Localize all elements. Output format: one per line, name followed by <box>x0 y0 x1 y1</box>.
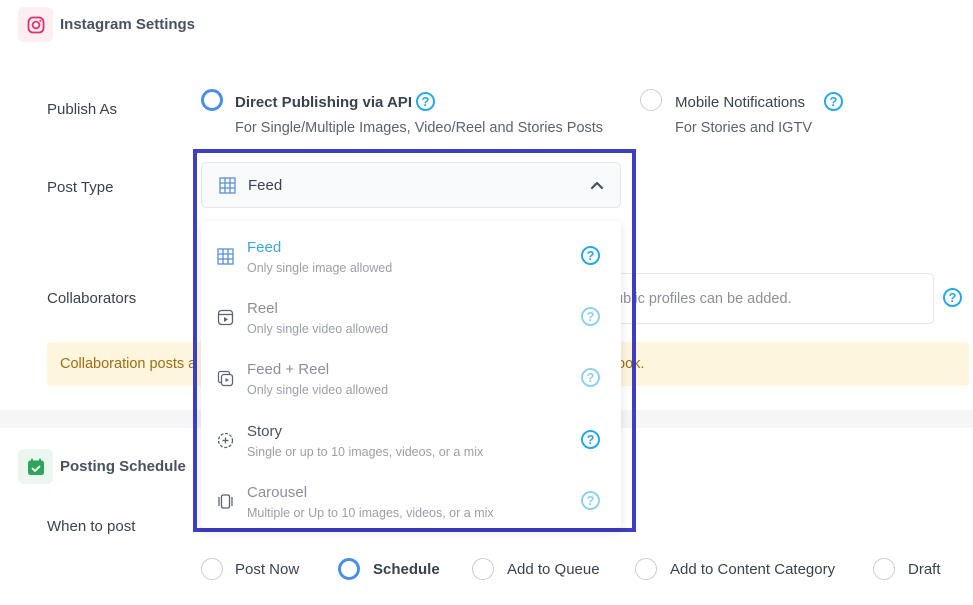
option-name: Feed <box>247 239 282 256</box>
reel-icon <box>217 309 234 331</box>
instagram-settings-header: Instagram Settings <box>18 7 195 42</box>
feed-reel-icon <box>217 370 234 392</box>
draft-radio[interactable] <box>873 558 895 580</box>
option-name: Story <box>247 423 283 440</box>
publish-as-label: Publish As <box>47 101 118 118</box>
when-to-post-label: When to post <box>47 518 136 535</box>
post-type-option-story[interactable]: Story Single or up to 10 images, videos,… <box>201 410 621 470</box>
schedule-label: Schedule <box>373 561 440 578</box>
mobile-notifications-title: Mobile Notifications <box>675 94 806 111</box>
option-desc: Single or up to 10 images, videos, or a … <box>247 445 484 459</box>
option-name: Feed + Reel <box>247 361 330 378</box>
post-now-label: Post Now <box>235 561 300 578</box>
option-desc: Only single video allowed <box>247 322 389 336</box>
post-type-menu: Feed Only single image allowed ? Reel On… <box>201 221 621 528</box>
collaborators-help-icon[interactable]: ? <box>943 288 962 307</box>
collaborators-label: Collaborators <box>47 290 137 307</box>
instagram-settings-title: Instagram Settings <box>60 16 196 33</box>
posting-schedule-header: Posting Schedule <box>18 449 186 484</box>
post-type-label: Post Type <box>47 179 114 196</box>
chevron-up-icon <box>590 178 604 197</box>
option-name: Carousel <box>247 484 308 501</box>
mobile-notifications-help-icon[interactable]: ? <box>824 92 843 111</box>
option-help-icon[interactable]: ? <box>581 307 600 326</box>
grid-icon <box>219 177 236 199</box>
option-desc: Only single video allowed <box>247 383 389 397</box>
grid-icon <box>217 248 234 270</box>
direct-publishing-subtitle: For Single/Multiple Images, Video/Reel a… <box>235 120 604 136</box>
option-help-icon[interactable]: ? <box>581 246 600 265</box>
post-type-option-feed[interactable]: Feed Only single image allowed ? <box>201 226 621 286</box>
post-type-selected-value: Feed <box>248 177 283 194</box>
option-desc: Multiple or Up to 10 images, videos, or … <box>247 506 494 520</box>
add-to-queue-radio[interactable] <box>472 558 494 580</box>
add-to-content-category-label: Add to Content Category <box>670 561 836 578</box>
post-type-select[interactable]: Feed <box>201 162 621 208</box>
add-to-queue-label: Add to Queue <box>507 561 600 578</box>
direct-publishing-title: Direct Publishing via API <box>235 94 412 111</box>
collaborators-placeholder: ublic profiles can be added. <box>615 291 792 307</box>
mobile-notifications-subtitle: For Stories and IGTV <box>675 120 812 136</box>
option-name: Reel <box>247 300 278 317</box>
option-help-icon[interactable]: ? <box>581 368 600 387</box>
post-type-option-reel[interactable]: Reel Only single video allowed ? <box>201 287 621 347</box>
option-desc: Only single image allowed <box>247 261 393 275</box>
posting-schedule-title: Posting Schedule <box>60 458 186 475</box>
post-now-radio[interactable] <box>201 558 223 580</box>
carousel-icon <box>217 493 234 515</box>
notice-text-left: Collaboration posts a <box>60 356 197 372</box>
add-to-content-category-radio[interactable] <box>635 558 657 580</box>
direct-publishing-radio[interactable] <box>201 89 223 111</box>
instagram-icon <box>18 7 53 42</box>
post-type-option-feed-reel[interactable]: Feed + Reel Only single video allowed ? <box>201 348 621 408</box>
schedule-radio[interactable] <box>338 558 360 580</box>
option-help-icon[interactable]: ? <box>581 430 600 449</box>
direct-publishing-help-icon[interactable]: ? <box>416 92 435 111</box>
option-help-icon[interactable]: ? <box>581 491 600 510</box>
calendar-icon <box>18 449 53 484</box>
story-icon <box>217 432 234 454</box>
mobile-notifications-radio[interactable] <box>640 89 662 111</box>
post-type-option-carousel[interactable]: Carousel Multiple or Up to 10 images, vi… <box>201 471 621 528</box>
draft-label: Draft <box>908 561 941 578</box>
